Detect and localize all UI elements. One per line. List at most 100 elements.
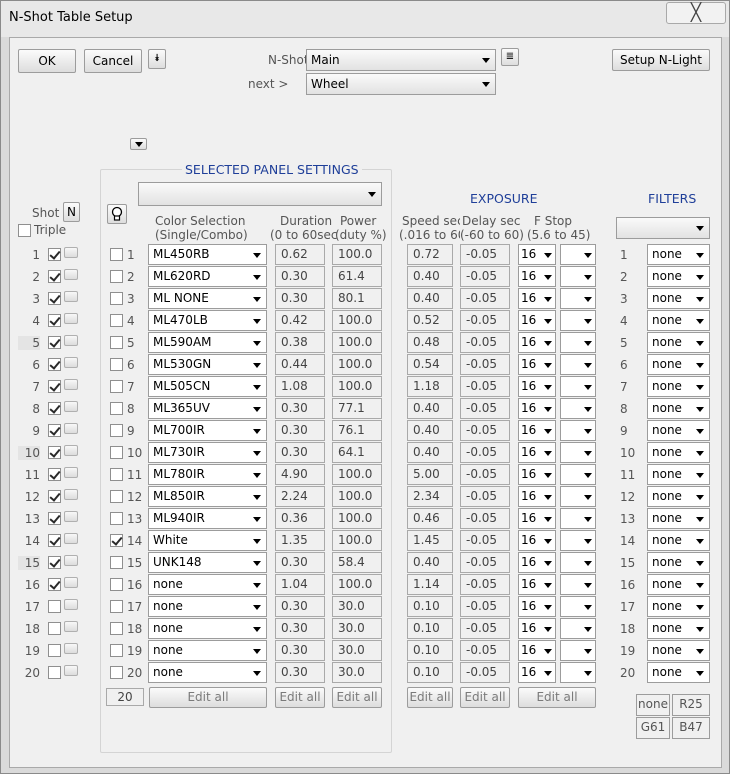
shot-enable-checkbox[interactable] xyxy=(48,468,61,481)
power-field[interactable]: 58.4 xyxy=(332,552,382,573)
delay-field[interactable]: -0.05 xyxy=(460,464,510,485)
shot-enable-checkbox[interactable] xyxy=(48,380,61,393)
panel-select-checkbox[interactable] xyxy=(110,644,123,657)
color-select[interactable]: ML530GN xyxy=(148,354,267,375)
fstop-select[interactable]: 16 xyxy=(518,618,556,639)
shot-enable-checkbox[interactable] xyxy=(48,600,61,613)
fstop-fraction-select[interactable] xyxy=(560,464,596,485)
speed-field[interactable]: 0.40 xyxy=(407,552,453,573)
duration-field[interactable]: 0.38 xyxy=(275,332,325,353)
panel-select-checkbox[interactable] xyxy=(110,578,123,591)
color-select[interactable]: ML450RB xyxy=(148,244,267,265)
filter-select[interactable]: none xyxy=(647,288,710,309)
cancel-button[interactable]: Cancel xyxy=(84,49,142,73)
shot-enable-checkbox[interactable] xyxy=(48,270,61,283)
filter-select[interactable]: none xyxy=(647,420,710,441)
fstop-fraction-select[interactable] xyxy=(560,486,596,507)
fstop-select[interactable]: 16 xyxy=(518,310,556,331)
color-select[interactable]: ML NONE xyxy=(148,288,267,309)
panel-select-checkbox[interactable] xyxy=(110,358,123,371)
fstop-select[interactable]: 16 xyxy=(518,486,556,507)
edit-all-duration-button[interactable]: Edit all xyxy=(275,687,325,708)
edit-all-delay-button[interactable]: Edit all xyxy=(460,687,510,708)
power-field[interactable]: 100.0 xyxy=(332,332,382,353)
fstop-fraction-select[interactable] xyxy=(560,244,596,265)
filter-select[interactable]: none xyxy=(647,552,710,573)
fstop-select[interactable]: 16 xyxy=(518,574,556,595)
fstop-fraction-select[interactable] xyxy=(560,288,596,309)
color-select[interactable]: ML620RD xyxy=(148,266,267,287)
fstop-select[interactable]: 16 xyxy=(518,354,556,375)
fstop-fraction-select[interactable] xyxy=(560,662,596,683)
fstop-fraction-select[interactable] xyxy=(560,420,596,441)
duration-field[interactable]: 0.62 xyxy=(275,244,325,265)
duration-field[interactable]: 1.08 xyxy=(275,376,325,397)
delay-field[interactable]: -0.05 xyxy=(460,310,510,331)
filter-select[interactable]: none xyxy=(647,332,710,353)
power-field[interactable]: 100.0 xyxy=(332,376,382,397)
color-select[interactable]: none xyxy=(148,574,267,595)
delay-field[interactable]: -0.05 xyxy=(460,574,510,595)
color-select[interactable]: none xyxy=(148,640,267,661)
panel-select-checkbox[interactable] xyxy=(110,512,123,525)
speed-field[interactable]: 0.40 xyxy=(407,288,453,309)
delay-field[interactable]: -0.05 xyxy=(460,354,510,375)
shot-enable-checkbox[interactable] xyxy=(48,490,61,503)
power-field[interactable]: 64.1 xyxy=(332,442,382,463)
delay-field[interactable]: -0.05 xyxy=(460,552,510,573)
shot-enable-checkbox[interactable] xyxy=(48,644,61,657)
fstop-fraction-select[interactable] xyxy=(560,354,596,375)
filter-select[interactable]: none xyxy=(647,662,710,683)
fstop-fraction-select[interactable] xyxy=(560,596,596,617)
duration-field[interactable]: 0.42 xyxy=(275,310,325,331)
power-field[interactable]: 30.0 xyxy=(332,640,382,661)
shot-enable-checkbox[interactable] xyxy=(48,424,61,437)
shot-enable-checkbox[interactable] xyxy=(48,336,61,349)
color-select[interactable]: none xyxy=(148,618,267,639)
panel-select-checkbox[interactable] xyxy=(110,666,123,679)
fstop-select[interactable]: 16 xyxy=(518,662,556,683)
delay-field[interactable]: -0.05 xyxy=(460,332,510,353)
speed-field[interactable]: 0.40 xyxy=(407,442,453,463)
power-field[interactable]: 30.0 xyxy=(332,618,382,639)
panel-select-checkbox[interactable] xyxy=(110,380,123,393)
fstop-select[interactable]: 16 xyxy=(518,552,556,573)
filter-select[interactable]: none xyxy=(647,442,710,463)
duration-field[interactable]: 0.30 xyxy=(275,398,325,419)
power-field[interactable]: 100.0 xyxy=(332,310,382,331)
color-select[interactable]: UNK148 xyxy=(148,552,267,573)
speed-field[interactable]: 0.40 xyxy=(407,398,453,419)
panel-select-checkbox[interactable] xyxy=(110,402,123,415)
shot-enable-checkbox[interactable] xyxy=(48,666,61,679)
shot-enable-checkbox[interactable] xyxy=(48,248,61,261)
color-select[interactable]: ML940IR xyxy=(148,508,267,529)
shot-enable-checkbox[interactable] xyxy=(48,534,61,547)
panel-select-checkbox[interactable] xyxy=(110,534,123,547)
filter-select[interactable]: none xyxy=(647,618,710,639)
shot-enable-checkbox[interactable] xyxy=(48,292,61,305)
power-field[interactable]: 30.0 xyxy=(332,662,382,683)
filter-select-all[interactable] xyxy=(616,217,710,239)
panel-select-checkbox[interactable] xyxy=(110,336,123,349)
fstop-fraction-select[interactable] xyxy=(560,398,596,419)
power-field[interactable]: 100.0 xyxy=(332,464,382,485)
shot-enable-checkbox[interactable] xyxy=(48,512,61,525)
duration-field[interactable]: 0.30 xyxy=(275,640,325,661)
filter-select[interactable]: none xyxy=(647,244,710,265)
speed-field[interactable]: 5.00 xyxy=(407,464,453,485)
delay-field[interactable]: -0.05 xyxy=(460,398,510,419)
delay-field[interactable]: -0.05 xyxy=(460,420,510,441)
ok-button[interactable]: OK xyxy=(18,49,76,73)
duration-field[interactable]: 0.30 xyxy=(275,596,325,617)
power-field[interactable]: 61.4 xyxy=(332,266,382,287)
fstop-select[interactable]: 16 xyxy=(518,640,556,661)
nshot-menu-button[interactable]: ≣ xyxy=(501,48,519,66)
filter-select[interactable]: none xyxy=(647,530,710,551)
panel-select-checkbox[interactable] xyxy=(110,270,123,283)
speed-field[interactable]: 0.72 xyxy=(407,244,453,265)
filter-select[interactable]: none xyxy=(647,266,710,287)
shot-enable-checkbox[interactable] xyxy=(48,622,61,635)
delay-field[interactable]: -0.05 xyxy=(460,662,510,683)
fstop-select[interactable]: 16 xyxy=(518,464,556,485)
shot-enable-checkbox[interactable] xyxy=(48,358,61,371)
